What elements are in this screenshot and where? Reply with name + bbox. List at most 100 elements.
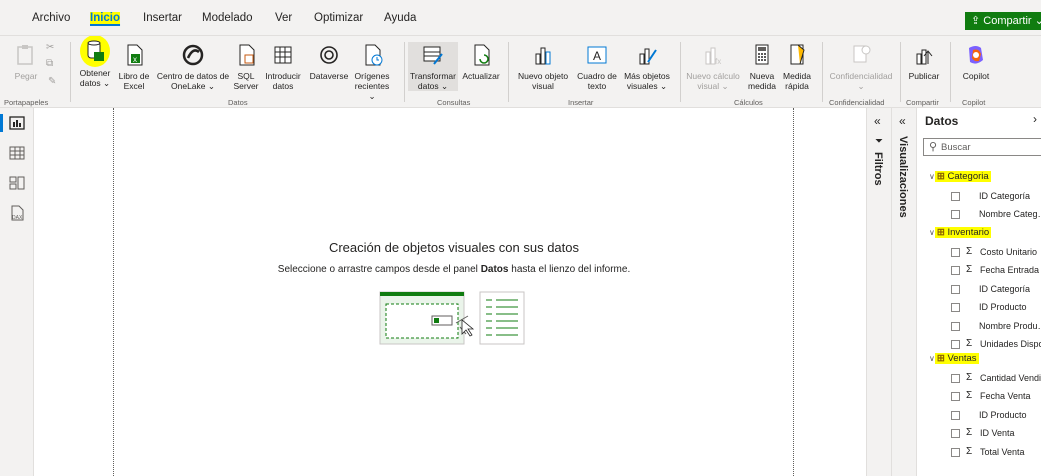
filters-pane[interactable]: « ⏷ Filtros <box>866 108 891 476</box>
sigma-icon: Σ <box>966 338 973 349</box>
sensitivity-button[interactable]: Confidencialidad ⌄ <box>826 42 896 91</box>
enter-data-label-1: Introducir <box>265 71 301 81</box>
get-data-label-1: Obtener <box>79 68 111 78</box>
more-visuals-button[interactable]: Más objetos visuales ⌄ <box>622 42 672 91</box>
field-checkbox[interactable] <box>951 322 960 331</box>
filters-label: Filtros <box>872 152 884 186</box>
field-checkbox[interactable] <box>951 448 960 457</box>
enter-data-button[interactable]: Introducir datos <box>260 42 306 91</box>
field-name[interactable]: ID Producto <box>979 410 1027 420</box>
format-painter-icon[interactable]: ✎ <box>48 76 56 87</box>
refresh-button[interactable]: Actualizar <box>458 42 504 81</box>
table-node[interactable]: ∨ ⊞ Inventario <box>929 227 992 238</box>
new-measure-label-2: medida <box>748 81 776 91</box>
onelake-hub-button[interactable]: Centro de datos de OneLake ⌄ <box>154 42 232 91</box>
quick-measure-label-1: Medida <box>783 71 811 81</box>
model-view-icon[interactable] <box>8 174 26 192</box>
menu-ayuda[interactable]: Ayuda <box>384 12 416 24</box>
search-placeholder: Buscar <box>941 142 971 153</box>
table-name: Categoria <box>947 171 989 182</box>
field-checkbox[interactable] <box>951 392 960 401</box>
field-name[interactable]: Nombre Produ… <box>979 321 1041 331</box>
field-name[interactable]: Total Venta <box>980 447 1025 457</box>
group-copilot: Copilot <box>962 98 986 107</box>
new-visual-button[interactable]: Nuevo objeto visual <box>514 42 572 91</box>
field-name[interactable]: Nombre Categ… <box>979 209 1041 219</box>
table-grid-icon <box>274 46 292 64</box>
search-input[interactable]: ⚲ Buscar <box>923 138 1041 156</box>
menu-archivo[interactable]: Archivo <box>32 12 70 24</box>
copilot-label: Copilot <box>962 71 990 81</box>
field-name[interactable]: Unidades Dispo… <box>980 339 1041 349</box>
field-name[interactable]: ID Categoría <box>979 284 1030 294</box>
field-name[interactable]: ID Producto <box>979 302 1027 312</box>
text-box-icon: A <box>587 46 607 64</box>
field-checkbox[interactable] <box>951 303 960 312</box>
dataverse-button[interactable]: Dataverse <box>306 42 352 81</box>
field-checkbox[interactable] <box>951 285 960 294</box>
text-box-button[interactable]: A Cuadro de texto <box>572 42 622 91</box>
onelake-icon <box>182 44 204 66</box>
table-node[interactable]: ∨ ⊞ Ventas <box>929 353 979 364</box>
menu-optimizar[interactable]: Optimizar <box>314 12 363 24</box>
new-measure-label-1: Nueva <box>749 71 775 81</box>
sigma-icon: Σ <box>966 427 973 438</box>
menu-insertar[interactable]: Insertar <box>143 12 182 24</box>
table-name: Ventas <box>947 353 977 364</box>
paste-button[interactable]: Pegar <box>6 42 46 81</box>
chevron-down-icon: ⌄ <box>1034 15 1041 27</box>
excel-workbook-button[interactable]: x Libro de Excel <box>114 42 154 91</box>
recent-sources-label-1: Orígenes <box>354 71 390 81</box>
visualizations-pane[interactable]: « Visualizaciones <box>891 108 916 476</box>
menu-inicio[interactable]: Inicio <box>90 12 121 24</box>
chevron-down-icon[interactable]: ∨ <box>929 228 935 237</box>
collapse-visualizations-icon[interactable]: « <box>899 114 906 128</box>
dax-query-view-icon[interactable]: DAX <box>8 204 26 222</box>
field-checkbox[interactable] <box>951 266 960 275</box>
menu-modelado[interactable]: Modelado <box>202 12 253 24</box>
onelake-label-2: OneLake ⌄ <box>171 81 215 91</box>
group-consultas: Consultas <box>437 98 471 107</box>
recent-sources-button[interactable]: Orígenes recientes ⌄ <box>352 42 392 101</box>
field-checkbox[interactable] <box>951 411 960 420</box>
new-measure-button[interactable]: Nueva medida <box>744 42 780 91</box>
sigma-icon: Σ <box>966 372 973 383</box>
field-checkbox[interactable] <box>951 192 960 201</box>
cut-icon[interactable]: ✂ <box>46 42 54 53</box>
field-name[interactable]: ID Venta <box>980 428 1015 438</box>
new-visual-label-1: Nuevo objeto <box>517 71 569 81</box>
field-name[interactable]: ID Categoría <box>979 191 1030 201</box>
menu-ver[interactable]: Ver <box>275 12 292 24</box>
quick-measure-label-2: rápida <box>785 81 809 91</box>
table-view-icon[interactable] <box>8 144 26 162</box>
svg-text:fx: fx <box>715 57 721 66</box>
collapse-filters-icon[interactable]: « <box>874 114 881 128</box>
table-node[interactable]: ∨ ⊞ Categoria <box>929 171 991 182</box>
copilot-button[interactable]: Copilot <box>954 42 998 81</box>
transform-data-button[interactable]: Transformar datos ⌄ <box>408 42 458 91</box>
collapse-data-pane-icon[interactable]: › <box>1033 112 1037 126</box>
quick-measure-button[interactable]: Medida rápida <box>780 42 814 91</box>
chevron-down-icon[interactable]: ∨ <box>929 172 935 181</box>
new-visual-calculation-button[interactable]: fx Nuevo cálculo visual ⌄ <box>684 42 742 91</box>
field-name[interactable]: Costo Unitario <box>980 247 1037 257</box>
chevron-down-icon[interactable]: ∨ <box>929 354 935 363</box>
field-checkbox[interactable] <box>951 340 960 349</box>
menu-bar: Archivo Inicio Insertar Modelado Ver Opt… <box>0 0 1041 36</box>
field-name[interactable]: Fecha Venta <box>980 391 1031 401</box>
get-data-button[interactable]: Obtener datos ⌄ <box>76 36 114 88</box>
field-checkbox[interactable] <box>951 210 960 219</box>
field-checkbox[interactable] <box>951 374 960 383</box>
field-checkbox[interactable] <box>951 248 960 257</box>
sql-server-button[interactable]: SQL Server <box>232 42 260 91</box>
field-name[interactable]: Cantidad Vendi… <box>980 373 1041 383</box>
publish-button[interactable]: Publicar <box>902 42 946 81</box>
more-visuals-label-1: Más objetos <box>624 71 670 81</box>
field-checkbox[interactable] <box>951 429 960 438</box>
field-name[interactable]: Fecha Entrada <box>980 265 1039 275</box>
share-button[interactable]: ⇪ Compartir ⌄ <box>965 12 1041 30</box>
quick-measure-icon <box>790 44 805 65</box>
data-pane-title: Datos <box>925 114 959 128</box>
copy-icon[interactable]: ⧉ <box>46 58 53 69</box>
report-view-icon[interactable] <box>8 114 26 132</box>
